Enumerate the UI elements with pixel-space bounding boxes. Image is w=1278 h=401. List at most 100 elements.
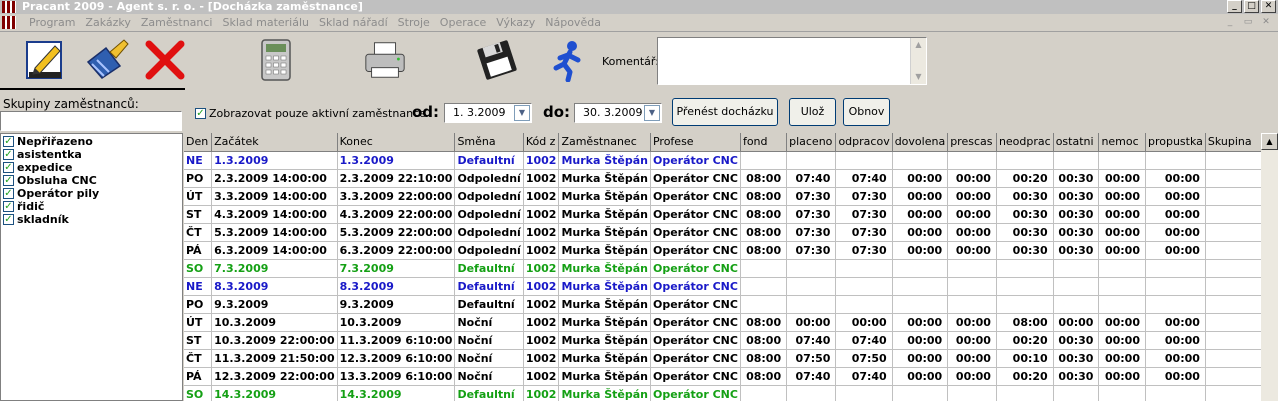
menu-item[interactable]: Zaměstnanci bbox=[136, 16, 218, 30]
column-header[interactable]: placeno bbox=[786, 133, 837, 152]
table-cell[interactable] bbox=[1053, 151, 1100, 170]
table-cell[interactable]: 1.3.2009 bbox=[211, 151, 338, 170]
table-cell[interactable]: 00:00 bbox=[1145, 187, 1206, 206]
table-cell[interactable]: 00:00 bbox=[1098, 241, 1146, 260]
menu-item[interactable]: Stroje bbox=[393, 16, 435, 30]
table-cell[interactable]: 00:30 bbox=[1053, 223, 1100, 242]
table-cell[interactable]: Defaultní bbox=[454, 277, 524, 296]
table-cell[interactable]: Murka Štěpán bbox=[558, 313, 651, 332]
column-header[interactable]: propustka bbox=[1145, 133, 1206, 152]
table-cell[interactable]: Murka Štěpán bbox=[558, 385, 651, 401]
group-item[interactable]: ✓ řidič bbox=[1, 200, 182, 213]
table-cell[interactable]: SO bbox=[184, 385, 213, 401]
table-cell[interactable] bbox=[786, 151, 837, 170]
table-cell[interactable]: 00:30 bbox=[996, 187, 1054, 206]
comment-scrollbar[interactable]: ▲ ▼ bbox=[910, 38, 926, 84]
table-cell[interactable]: 1002 bbox=[523, 187, 560, 206]
running-man-icon[interactable] bbox=[545, 37, 591, 83]
column-header[interactable]: neodprac bbox=[996, 133, 1054, 152]
table-cell[interactable]: 07:30 bbox=[835, 187, 893, 206]
table-cell[interactable]: Murka Štěpán bbox=[558, 205, 651, 224]
table-cell[interactable] bbox=[786, 385, 837, 401]
table-cell[interactable]: 14.3.2009 bbox=[337, 385, 456, 401]
table-cell[interactable]: 07:50 bbox=[786, 349, 837, 368]
table-cell[interactable] bbox=[835, 295, 893, 314]
checkbox-checked-icon[interactable]: ✓ bbox=[3, 136, 14, 147]
table-cell[interactable]: Operátor CNC bbox=[650, 223, 741, 242]
table-cell[interactable] bbox=[996, 385, 1054, 401]
table-cell[interactable]: Operátor CNC bbox=[650, 205, 741, 224]
table-cell[interactable]: Murka Štěpán bbox=[558, 259, 651, 278]
table-cell[interactable]: 1002 bbox=[523, 367, 560, 386]
table-cell[interactable]: 00:00 bbox=[892, 313, 949, 332]
mdi-restore-button[interactable]: ▭ bbox=[1240, 16, 1256, 30]
table-cell[interactable]: 1002 bbox=[523, 277, 560, 296]
close-window-button[interactable]: ✕ bbox=[1261, 0, 1276, 13]
table-cell[interactable]: 00:30 bbox=[1053, 331, 1100, 350]
column-header[interactable]: Kód z bbox=[523, 133, 560, 152]
table-row[interactable]: ÚT 10.3.2009 10.3.2009 Noční 1002 Murka Štěpá… bbox=[184, 313, 1278, 332]
column-header[interactable]: odpracov bbox=[835, 133, 893, 152]
table-cell[interactable]: ČT bbox=[184, 349, 213, 368]
checkbox-checked-icon[interactable]: ✓ bbox=[3, 188, 14, 199]
minimize-button[interactable]: _ bbox=[1227, 0, 1242, 13]
column-header[interactable]: Začátek bbox=[211, 133, 338, 152]
table-cell[interactable]: 00:00 bbox=[892, 241, 949, 260]
table-cell[interactable]: 10.3.2009 bbox=[211, 313, 338, 332]
table-cell[interactable]: 1002 bbox=[523, 349, 560, 368]
table-cell[interactable] bbox=[740, 151, 788, 170]
table-cell[interactable]: Operátor CNC bbox=[650, 367, 741, 386]
table-cell[interactable] bbox=[1098, 259, 1146, 278]
table-cell[interactable] bbox=[740, 385, 788, 401]
scroll-up-icon[interactable]: ▲ bbox=[1261, 133, 1278, 150]
table-cell[interactable] bbox=[947, 385, 997, 401]
table-cell[interactable]: 00:00 bbox=[786, 313, 837, 332]
edit-icon[interactable] bbox=[22, 37, 68, 83]
checkbox-checked-icon[interactable]: ✓ bbox=[3, 214, 14, 225]
table-cell[interactable]: 00:30 bbox=[1053, 169, 1100, 188]
table-cell[interactable] bbox=[786, 259, 837, 278]
table-cell[interactable]: 00:20 bbox=[996, 331, 1054, 350]
table-cell[interactable]: 1002 bbox=[523, 241, 560, 260]
table-cell[interactable]: 07:40 bbox=[835, 367, 893, 386]
table-cell[interactable] bbox=[996, 277, 1054, 296]
save-button[interactable]: Ulož bbox=[789, 98, 836, 126]
table-cell[interactable] bbox=[1098, 295, 1146, 314]
table-cell[interactable]: 00:00 bbox=[947, 241, 997, 260]
table-cell[interactable] bbox=[996, 151, 1054, 170]
table-row[interactable]: NE 8.3.2009 8.3.2009 Defaultní 1002 Murka Ště… bbox=[184, 277, 1278, 296]
table-cell[interactable]: 1002 bbox=[523, 385, 560, 401]
table-cell[interactable]: 07:50 bbox=[835, 349, 893, 368]
table-cell[interactable]: ÚT bbox=[184, 187, 213, 206]
table-cell[interactable]: 6.3.2009 14:00:00 bbox=[211, 241, 338, 260]
table-cell[interactable]: 1002 bbox=[523, 313, 560, 332]
table-cell[interactable]: 3.3.2009 14:00:00 bbox=[211, 187, 338, 206]
table-row[interactable]: ČT 11.3.2009 21:50:00 12.3.2009 6:10:00 Noč… bbox=[184, 349, 1278, 368]
table-cell[interactable] bbox=[892, 259, 949, 278]
group-item[interactable]: ✓ Operátor pily bbox=[1, 187, 182, 200]
table-cell[interactable]: 00:00 bbox=[892, 187, 949, 206]
table-cell[interactable]: SO bbox=[184, 259, 213, 278]
table-cell[interactable]: 11.3.2009 6:10:00 bbox=[337, 331, 456, 350]
table-cell[interactable]: 08:00 bbox=[740, 205, 788, 224]
table-cell[interactable]: Murka Štěpán bbox=[558, 331, 651, 350]
table-row[interactable]: PO 9.3.2009 9.3.2009 Defaultní 1002 Murka Ště… bbox=[184, 295, 1278, 314]
checkbox-checked-icon[interactable]: ✓ bbox=[195, 108, 206, 119]
table-cell[interactable]: 00:00 bbox=[1053, 313, 1100, 332]
table-cell[interactable]: 00:00 bbox=[1145, 313, 1206, 332]
menu-item[interactable]: Zakázky bbox=[80, 16, 135, 30]
menu-item[interactable]: Sklad nářadí bbox=[314, 16, 393, 30]
table-cell[interactable]: 00:30 bbox=[996, 223, 1054, 242]
checkbox-checked-icon[interactable]: ✓ bbox=[3, 175, 14, 186]
table-cell[interactable]: 00:30 bbox=[996, 241, 1054, 260]
menu-item[interactable]: Program bbox=[24, 16, 80, 30]
table-cell[interactable]: NE bbox=[184, 151, 213, 170]
table-cell[interactable]: 00:00 bbox=[1098, 169, 1146, 188]
table-cell[interactable]: 07:40 bbox=[835, 169, 893, 188]
table-cell[interactable]: 08:00 bbox=[740, 187, 788, 206]
column-header[interactable]: prescas bbox=[947, 133, 997, 152]
table-cell[interactable] bbox=[892, 151, 949, 170]
table-cell[interactable] bbox=[786, 295, 837, 314]
table-cell[interactable]: 07:30 bbox=[786, 205, 837, 224]
table-cell[interactable]: ST bbox=[184, 205, 213, 224]
